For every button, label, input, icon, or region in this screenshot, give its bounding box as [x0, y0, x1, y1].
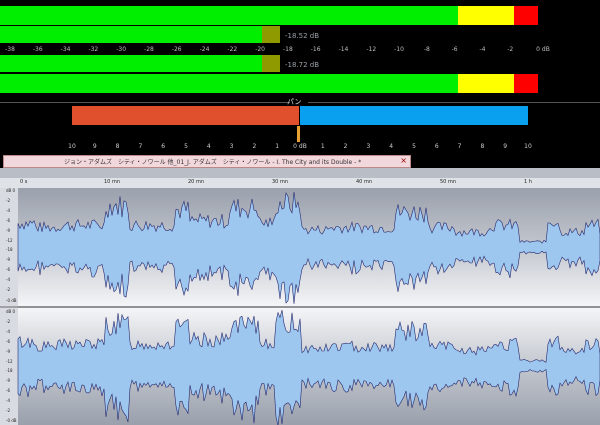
pan-scale-tick: 3 [229, 143, 234, 150]
pan-separator-left [0, 102, 290, 103]
db-label-bot-10: -2 [6, 408, 10, 413]
meter-right-yellow [458, 74, 514, 93]
meter-left-yellow [458, 6, 514, 25]
meter-scale: -38 -36 -34 -32 -30 -28 -26 -24 -22 -20 -18 -16 -14 -… [0, 44, 600, 54]
ruler-label-40: 40 mn [356, 179, 372, 185]
meter-scale-tick: -12 [366, 46, 377, 53]
meter-scale-tick: -10 [394, 46, 404, 53]
db-label-top-3: -6 [6, 218, 10, 223]
meter-scale-tick: -26 [171, 46, 182, 53]
db-label-bot-9: -4 [6, 398, 10, 403]
meter-left-green [0, 6, 458, 25]
pan-scale-tick: 2 [343, 143, 348, 150]
db-label-top-4: -9 [6, 228, 10, 233]
db-label-top-10: -2 [6, 287, 10, 292]
db-label-bot-4: -9 [6, 349, 10, 354]
meter-scale-tick: -24 [199, 46, 210, 53]
db-label-top-11: -0 dB [6, 298, 17, 303]
meter-right-red [514, 74, 538, 93]
db-label-bot-1: -2 [6, 319, 10, 324]
db-label-bot-6: -18 [6, 368, 13, 373]
pan-scale-tick: 7 [138, 143, 143, 150]
pan-left-bar [72, 106, 299, 125]
peak-label-left: -18.52 dB [285, 32, 320, 40]
pan-scale-tick: 4 [389, 143, 394, 150]
pan-marker[interactable] [297, 126, 300, 142]
db-label-top-2: -4 [6, 208, 10, 213]
meter-scale-tick: -34 [60, 46, 71, 53]
db-label-top-6: -18 [6, 247, 13, 252]
db-label-bot-11: -0 dB [6, 418, 17, 423]
meter-scale-tick: -30 [116, 46, 127, 53]
waveform-display[interactable] [0, 188, 600, 425]
ruler-label-1h: 1 h [524, 179, 532, 185]
pan-scale-tick: 1 [275, 143, 280, 150]
db-label-top-9: -4 [6, 277, 10, 282]
pan-scale-tick: 3 [366, 143, 371, 150]
meter-left-red [514, 6, 538, 25]
meter-scale-tick: -22 [227, 46, 238, 53]
meter-scale-tick: -28 [144, 46, 154, 53]
pan-separator-right [308, 102, 600, 103]
pan-scale-tick: 7 [457, 143, 462, 150]
pan-scale-tick: 10 [68, 143, 76, 150]
meter-scale-tick: -4 [479, 46, 486, 53]
pan-scale-tick: 8 [480, 143, 485, 150]
db-label-top-5: -12 [6, 238, 13, 243]
pan-scale-tick: 10 [524, 143, 532, 150]
meter-scale-tick: -8 [423, 46, 430, 53]
db-label-bot-5: -12 [6, 359, 13, 364]
pan-scale-tick: 6 [434, 143, 439, 150]
ruler-label-10: 10 mn [104, 179, 120, 185]
meter-scale-tick: -14 [338, 46, 349, 53]
pan-scale: 10 9 8 7 6 5 4 3 2 1 0 dB 1 2 3 4 5 6 7 8 9 10 [0, 142, 600, 152]
peak-label-right: -18.72 dB [285, 61, 320, 69]
db-label-top-1: -2 [6, 198, 10, 203]
pan-right-bar [300, 106, 528, 125]
db-label-bot-3: -6 [6, 339, 10, 344]
pan-scale-tick: 0 dB [293, 143, 307, 150]
meter-scale-tick: -16 [310, 46, 321, 53]
pan-scale-tick: 9 [92, 143, 97, 150]
db-label-top-8: -6 [6, 267, 10, 272]
meter-right-hold [262, 55, 280, 72]
meter-scale-tick: -20 [255, 46, 265, 53]
pan-scale-tick: 9 [503, 143, 508, 150]
db-label-bot-7: -9 [6, 378, 10, 383]
pan-scale-tick: 5 [412, 143, 416, 150]
ruler-label-20: 20 mn [188, 179, 204, 185]
ruler-label-50: 50 mn [440, 179, 456, 185]
meter-scale-tick: -6 [451, 46, 458, 53]
ruler-label-0: 0 s [20, 179, 28, 185]
pan-scale-tick: 6 [161, 143, 166, 150]
db-label-bot-8: -6 [6, 388, 10, 393]
pan-scale-tick: 5 [184, 143, 188, 150]
meter-scale-tick: -36 [32, 46, 43, 53]
meter-left-rms [0, 26, 262, 43]
meter-scale-tick: -32 [88, 46, 99, 53]
meter-right-green [0, 74, 458, 93]
window-tab[interactable]: ジョン・アダムズ シティ・ノワール 他_01_J. アダムズ シティ・ノワール … [3, 155, 411, 168]
pan-scale-tick: 1 [320, 143, 325, 150]
ruler-label-30: 30 mn [272, 179, 288, 185]
pan-scale-tick: 2 [252, 143, 257, 150]
db-label-bot-2: -4 [6, 329, 10, 334]
meter-left-hold [262, 26, 280, 43]
db-label-top-0: dB 0 [6, 188, 16, 193]
pan-scale-tick: 8 [115, 143, 120, 150]
meter-scale-tick: -2 [507, 46, 514, 53]
window-title: ジョン・アダムズ シティ・ノワール 他_01_J. アダムズ シティ・ノワール … [64, 159, 362, 166]
meter-scale-tick: 0 dB [536, 46, 550, 53]
pan-scale-tick: 4 [206, 143, 211, 150]
close-icon[interactable]: × [400, 156, 407, 165]
meter-scale-tick: -38 [5, 46, 15, 53]
db-label-bot-0: dB 0 [6, 309, 16, 314]
meter-right-rms [0, 55, 262, 72]
meter-scale-tick: -18 [282, 46, 293, 53]
db-label-top-7: -9 [6, 257, 10, 262]
